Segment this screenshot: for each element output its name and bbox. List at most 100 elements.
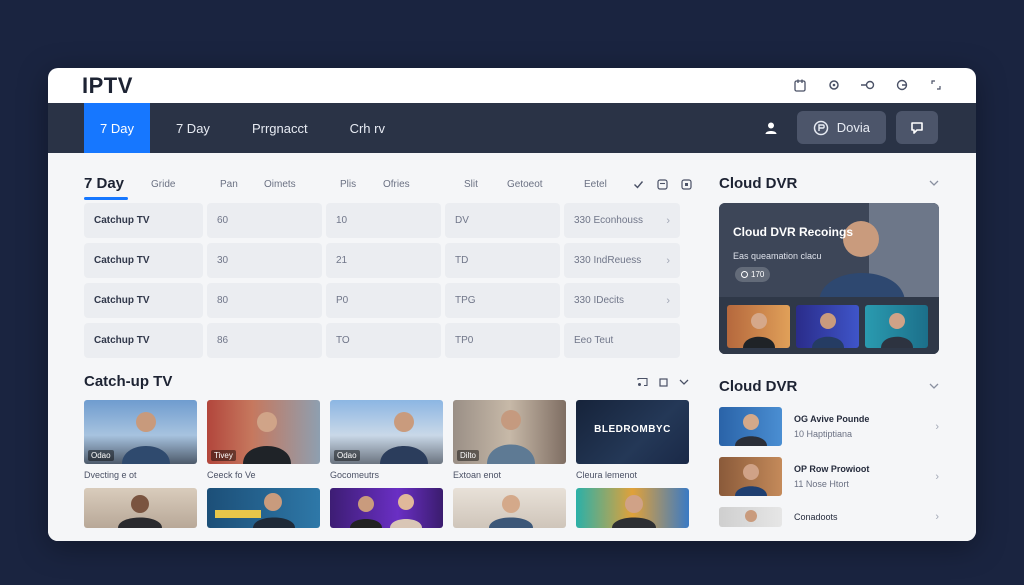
hero-thumbnail[interactable] <box>727 305 790 348</box>
title-bar: IPTV <box>48 68 976 103</box>
hero-play-button[interactable]: 170 <box>735 267 771 282</box>
cloud-dvr-list-title: Cloud DVR <box>719 378 798 395</box>
catchup-thumbnail: Tivey <box>207 400 320 464</box>
chevron-right-icon[interactable]: › <box>666 295 670 307</box>
table-cell-text: Eeo Teut <box>574 335 614 346</box>
chevron-right-icon[interactable]: › <box>935 421 939 433</box>
table-row[interactable]: Catchup TV 86 TO TP0 Eeo Teut <box>84 323 692 358</box>
schedule-tools <box>632 178 692 190</box>
cast-icon[interactable] <box>636 376 648 388</box>
column-header[interactable]: Slit <box>464 179 478 190</box>
grid-icon[interactable] <box>680 178 692 190</box>
list-icon[interactable] <box>656 178 668 190</box>
thumbnail-badge: Tivey <box>211 450 236 461</box>
device-button[interactable]: Dovia <box>796 111 886 144</box>
catchup-thumbnail <box>453 488 566 528</box>
catchup-caption: Ceeck fo Ve <box>207 470 256 480</box>
refresh-icon[interactable] <box>826 77 842 93</box>
recording-thumbnail <box>719 457 782 496</box>
tab-7day[interactable]: 7 Day <box>160 103 226 153</box>
column-header[interactable]: Plis <box>340 179 356 190</box>
catchup-card[interactable]: Dilto Extoan enot <box>453 400 566 484</box>
table-cell: TPG <box>445 283 560 318</box>
table-row[interactable]: Catchup TV 60 10 DV 330 Econhouss › <box>84 203 692 238</box>
recording-thumbnail <box>719 507 782 527</box>
catchup-card[interactable] <box>84 488 197 528</box>
account-icon[interactable] <box>894 77 910 93</box>
column-header[interactable]: Eetel <box>584 179 607 190</box>
cloud-dvr-title: Cloud DVR <box>719 175 798 192</box>
titlebar-icons <box>792 77 944 93</box>
device-icon <box>813 120 828 135</box>
square-icon[interactable] <box>657 376 669 388</box>
recording-subtitle: 11 Nose Htort <box>794 479 849 489</box>
chevron-down-icon[interactable] <box>929 381 939 393</box>
table-cell: 330 IndReuess › <box>564 243 680 278</box>
catchup-thumbnail <box>207 488 320 528</box>
recording-title: OP Row Prowioot <box>794 464 870 474</box>
table-cell: Catchup TV <box>84 203 203 238</box>
list-item[interactable]: OG Avive Pounde 10 Haptiptiana › <box>719 407 939 446</box>
list-item-text: Conadoots <box>794 512 838 522</box>
catchup-row: Odao Dvecting e ot Tivey Ceeck fo Ve Oda… <box>84 400 692 484</box>
hero-subtitle: Eas queamation clacu <box>733 251 822 261</box>
catchup-thumbnail: Dilto <box>453 400 566 464</box>
chevron-right-icon[interactable]: › <box>935 471 939 483</box>
column-header[interactable]: Gride <box>151 179 175 190</box>
recording-title: Conadoots <box>794 512 838 522</box>
table-cell-text: 330 IndReuess <box>574 255 642 266</box>
chat-button[interactable] <box>896 111 938 144</box>
chevron-down-icon[interactable] <box>929 178 939 190</box>
catchup-card[interactable]: Tivey Ceeck fo Ve <box>207 400 320 484</box>
table-cell: Catchup TV <box>84 323 203 358</box>
check-icon[interactable] <box>632 178 644 190</box>
top-navigation: 7 Day 7 Day Prrgnacct Crh rv Dovia <box>48 103 976 153</box>
channel-brand: BLEDROMBYC <box>594 424 671 435</box>
chat-icon <box>911 121 923 134</box>
table-cell: TO <box>326 323 441 358</box>
catchup-card[interactable] <box>330 488 443 528</box>
table-row[interactable]: Catchup TV 30 21 TD 330 IndReuess › <box>84 243 692 278</box>
hero-thumbnail[interactable] <box>796 305 859 348</box>
list-item[interactable]: OP Row Prowioot 11 Nose Htort › <box>719 457 939 496</box>
catchup-thumbnail: BLEDROMBYC <box>576 400 689 464</box>
cloud-dvr-hero[interactable]: Cloud DVR Recoings Eas queamation clacu … <box>719 203 939 354</box>
chevron-right-icon[interactable]: › <box>666 255 670 267</box>
catchup-card[interactable]: BLEDROMBYC Cleura lemenot <box>576 400 689 484</box>
app-title: IPTV <box>82 72 133 98</box>
calendar-icon[interactable] <box>792 77 808 93</box>
expand-icon[interactable] <box>928 77 944 93</box>
table-row[interactable]: Catchup TV 80 P0 TPG 330 IDecits › <box>84 283 692 318</box>
hero-thumbnail[interactable] <box>865 305 928 348</box>
tab-catchup[interactable]: Crh rv <box>334 103 401 153</box>
user-icon[interactable] <box>761 118 781 138</box>
cloud-dvr-list: OG Avive Pounde 10 Haptiptiana › OP Row … <box>719 407 939 538</box>
list-item[interactable]: Conadoots › <box>719 507 939 527</box>
play-icon <box>741 271 748 278</box>
catchup-caption: Cleura lemenot <box>576 470 638 480</box>
column-header[interactable]: Ofries <box>383 179 410 190</box>
thumbnail-badge: Odao <box>88 450 114 461</box>
recording-thumbnail <box>719 407 782 446</box>
tab-7day-active[interactable]: 7 Day <box>84 103 150 153</box>
chevron-down-icon[interactable] <box>678 376 690 388</box>
column-header[interactable]: Pan <box>220 179 238 190</box>
table-cell: 60 <box>207 203 322 238</box>
catchup-thumbnail <box>84 488 197 528</box>
catchup-title: Catch-up TV <box>84 373 173 390</box>
column-header[interactable]: Oimets <box>264 179 296 190</box>
column-header[interactable]: Getoeot <box>507 179 543 190</box>
catchup-card[interactable]: Odao Gocomeutrs <box>330 400 443 484</box>
tab-programs[interactable]: Prrgnacct <box>236 103 324 153</box>
recording-title: OG Avive Pounde <box>794 414 870 424</box>
catchup-card[interactable]: Odao Dvecting e ot <box>84 400 197 484</box>
catchup-card[interactable] <box>453 488 566 528</box>
table-cell: 330 Econhouss › <box>564 203 680 238</box>
cast-icon[interactable] <box>860 77 876 93</box>
table-cell: 330 IDecits › <box>564 283 680 318</box>
chevron-right-icon[interactable]: › <box>935 511 939 523</box>
chevron-right-icon[interactable]: › <box>666 215 670 227</box>
catchup-card[interactable] <box>207 488 320 528</box>
app-window: IPTV 7 Day 7 Day Prrgnacct Crh rv Dovia … <box>48 68 976 541</box>
catchup-card[interactable] <box>576 488 689 528</box>
